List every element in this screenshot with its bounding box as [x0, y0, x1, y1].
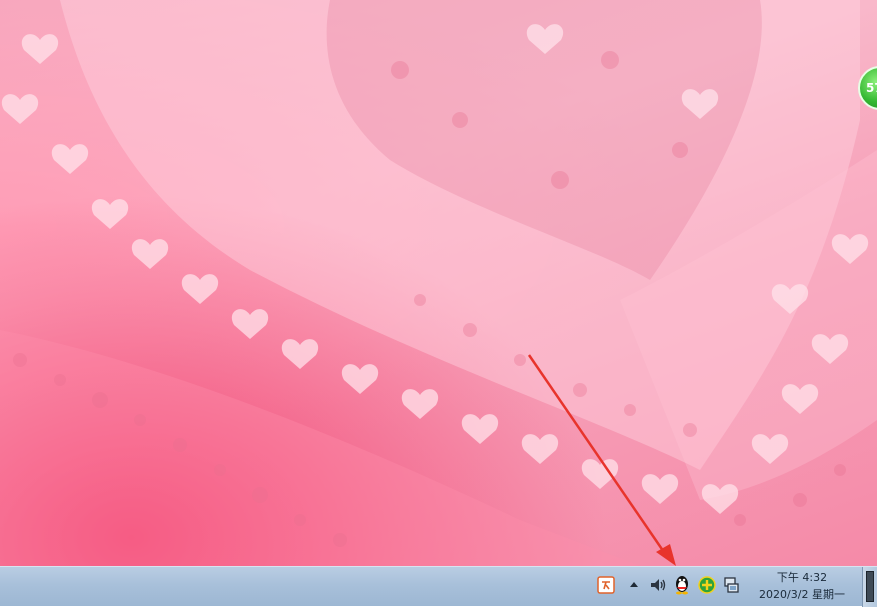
taskbar: 下午 4:32 2020/3/2 星期一	[0, 566, 877, 607]
wallpaper	[0, 0, 877, 566]
green-plus-icon[interactable]	[697, 575, 717, 595]
taskbar-clock[interactable]: 下午 4:32 2020/3/2 星期一	[752, 569, 852, 605]
network-icon[interactable]	[721, 575, 741, 595]
annotation-arrow-head	[656, 544, 676, 566]
input-method-icon[interactable]	[596, 575, 616, 595]
show-hidden-icons-arrow[interactable]	[624, 575, 644, 595]
show-desktop-button[interactable]	[862, 567, 877, 607]
clock-date: 2020/3/2 星期一	[759, 588, 845, 601]
qq-penguin-icon[interactable]	[672, 575, 692, 595]
show-desktop-glyph	[866, 571, 874, 602]
desktop[interactable]: 57	[0, 0, 877, 566]
volume-icon[interactable]	[648, 575, 668, 595]
clock-time: 下午 4:32	[776, 571, 828, 584]
